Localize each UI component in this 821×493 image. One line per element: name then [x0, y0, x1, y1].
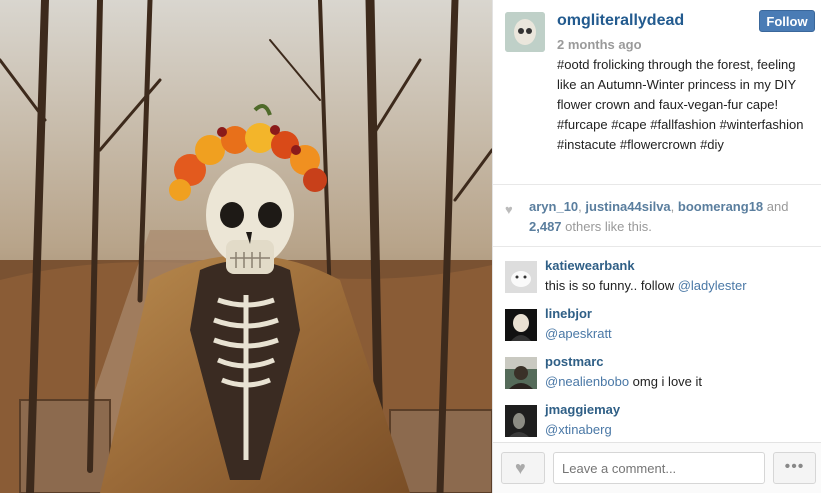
post-details-panel: omgliterallydead 2 months ago Follow #oo… — [492, 0, 821, 493]
likes-summary: ♥ aryn_10, justina44silva, boomerang18 a… — [493, 185, 821, 247]
avatar[interactable] — [505, 12, 545, 52]
comments-list: katiewearbank this is so funny.. follow … — [493, 247, 821, 441]
more-options-button[interactable]: ••• — [773, 452, 816, 484]
like-user-1[interactable]: aryn_10 — [529, 199, 578, 214]
avatar[interactable] — [505, 405, 537, 437]
comment-username[interactable]: linebjor — [545, 306, 592, 321]
list-item: jmaggiemay @xtinaberg — [505, 399, 805, 439]
comment-username[interactable]: postmarc — [545, 354, 604, 369]
comment-text: this is so funny.. follow @ladylester — [545, 278, 747, 293]
like-user-3[interactable]: boomerang18 — [678, 199, 763, 214]
comment-username[interactable]: katiewearbank — [545, 258, 635, 273]
likes-and-text: and — [763, 199, 789, 214]
post-timestamp[interactable]: 2 months ago — [557, 37, 642, 52]
like-user-2[interactable]: justina44silva — [585, 199, 670, 214]
comment-input[interactable] — [553, 452, 765, 484]
likes-separator: , — [670, 199, 678, 214]
likes-count[interactable]: 2,487 — [529, 219, 562, 234]
comment-footer: ♥ ••• — [493, 442, 821, 493]
post-header: omgliterallydead 2 months ago Follow #oo… — [493, 0, 821, 185]
comment-mention[interactable]: @ladylester — [678, 278, 747, 293]
post-caption: #ootd frolicking through the forest, fee… — [557, 57, 804, 152]
skeleton-in-fur-cape-photo — [0, 0, 492, 493]
list-item: katiewearbank this is so funny.. follow … — [505, 255, 805, 295]
likes-suffix: others like this. — [561, 219, 652, 234]
comment-mention[interactable]: @apeskratt — [545, 326, 612, 341]
avatar[interactable] — [505, 261, 537, 293]
avatar[interactable] — [505, 357, 537, 389]
comment-username[interactable]: jmaggiemay — [545, 402, 620, 417]
comment-text: @nealienbobo omg i love it — [545, 374, 703, 389]
list-item: postmarc @nealienbobo omg i love it — [505, 351, 805, 391]
like-button[interactable]: ♥ — [501, 452, 545, 484]
comment-text: @xtinaberg — [545, 422, 612, 437]
post-username[interactable]: omgliterallydead — [557, 12, 684, 30]
comment-mention[interactable]: @nealienbobo — [545, 374, 629, 389]
follow-button[interactable]: Follow — [759, 10, 815, 32]
post-photo — [0, 0, 492, 493]
list-item: linebjor @apeskratt — [505, 303, 805, 343]
avatar[interactable] — [505, 309, 537, 341]
heart-icon: ♥ — [505, 202, 513, 217]
comment-text: @apeskratt — [545, 326, 612, 341]
comment-mention[interactable]: @xtinaberg — [545, 422, 612, 437]
heart-icon: ♥ — [515, 458, 526, 478]
